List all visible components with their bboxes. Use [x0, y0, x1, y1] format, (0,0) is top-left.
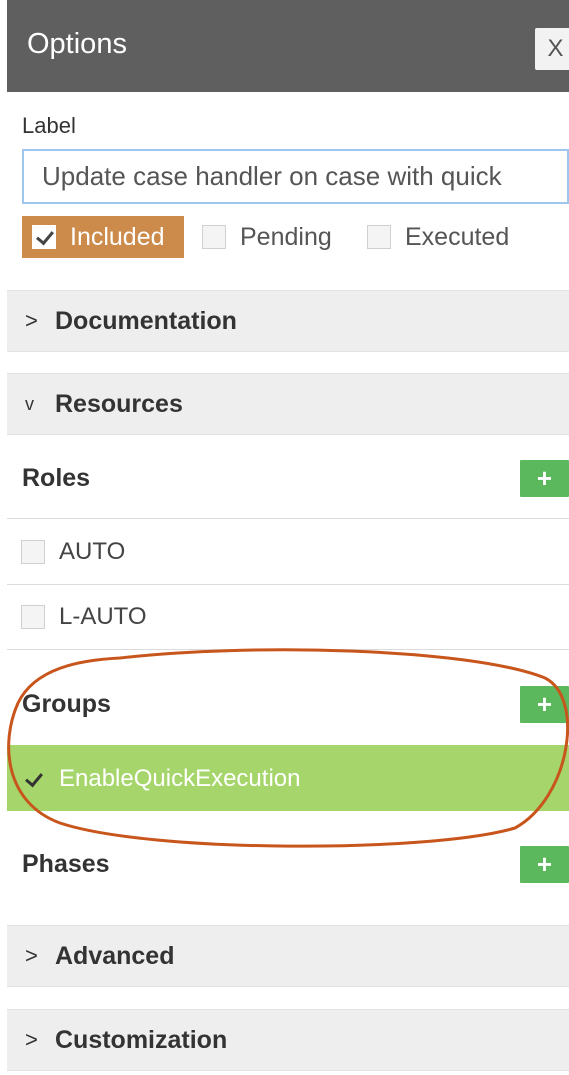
- add-group-button[interactable]: +: [520, 686, 569, 723]
- panel-title: Options: [27, 28, 127, 60]
- add-phase-button[interactable]: +: [520, 846, 569, 883]
- role-row-auto[interactable]: AUTO: [7, 518, 569, 584]
- label-input[interactable]: [22, 149, 569, 204]
- included-label: Included: [70, 222, 165, 251]
- phases-title: Phases: [22, 850, 110, 878]
- role-label: AUTO: [59, 537, 126, 565]
- chevron-down-icon: v: [25, 393, 34, 414]
- section-customization[interactable]: > Customization: [7, 1009, 569, 1071]
- roles-title: Roles: [22, 464, 91, 492]
- checkbox-unchecked-icon: [21, 605, 45, 629]
- included-checkbox[interactable]: Included: [22, 216, 184, 258]
- section-resources-label: Resources: [55, 389, 183, 418]
- section-documentation[interactable]: > Documentation: [7, 290, 569, 352]
- chevron-right-icon: >: [25, 308, 38, 333]
- section-resources[interactable]: v Resources: [7, 373, 569, 435]
- role-row-l-auto[interactable]: L-AUTO: [7, 584, 569, 650]
- pending-checkbox[interactable]: Pending: [202, 216, 332, 258]
- role-label: L-AUTO: [59, 603, 147, 630]
- checkbox-unchecked-icon: [202, 225, 226, 249]
- add-role-button[interactable]: +: [520, 460, 569, 497]
- section-customization-label: Customization: [55, 1025, 228, 1054]
- section-advanced[interactable]: > Advanced: [7, 925, 569, 987]
- chevron-right-icon: >: [25, 943, 38, 968]
- status-row: Included Pending Executed: [22, 216, 569, 258]
- checkbox-checked-icon: [21, 767, 45, 791]
- group-row-enablequickexecution[interactable]: EnableQuickExecution: [7, 745, 569, 811]
- groups-title: Groups: [22, 690, 111, 718]
- checkbox-unchecked-icon: [367, 225, 391, 249]
- executed-label: Executed: [405, 222, 510, 251]
- options-header: Options X: [7, 0, 569, 92]
- checkbox-unchecked-icon: [21, 539, 45, 564]
- checkbox-checked-icon: [32, 225, 56, 249]
- executed-checkbox[interactable]: Executed: [367, 216, 509, 258]
- pending-label: Pending: [240, 222, 332, 251]
- label-field-title: Label: [22, 113, 76, 138]
- section-documentation-label: Documentation: [55, 306, 237, 335]
- group-label: EnableQuickExecution: [59, 764, 301, 792]
- chevron-right-icon: >: [25, 1027, 38, 1052]
- section-advanced-label: Advanced: [55, 941, 175, 970]
- close-button[interactable]: X: [535, 28, 569, 70]
